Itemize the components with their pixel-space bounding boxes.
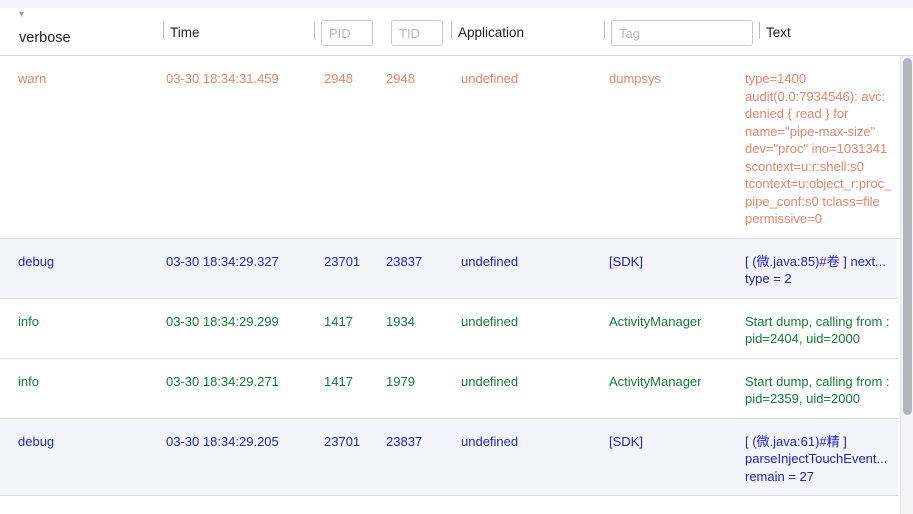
cell-tag: [SDK]: [609, 253, 643, 269]
column-header-application[interactable]: Application: [458, 25, 524, 41]
cell-tid: 2948: [386, 71, 415, 86]
table-row[interactable]: info 03-30 18:34:29.299 1417 1934 undefi…: [0, 298, 898, 359]
log-rows-container[interactable]: warn 03-30 18:34:31.459 2948 2948 undefi…: [0, 56, 913, 514]
cell-text: [ (微.java:85)#卷 ] next... type = 2: [745, 253, 890, 287]
table-row[interactable]: debug 03-30 18:34:29.205 23701 23837 und…: [0, 418, 898, 496]
cell-pid: 23701: [324, 253, 361, 269]
cell-pid: 23701: [324, 433, 361, 449]
cell-time: 03-30 18:34:29.271: [166, 373, 279, 389]
cell-time: 03-30 18:34:29.327: [166, 253, 279, 269]
cell-tag: [SDK]: [609, 433, 643, 449]
cell-level: warn: [18, 71, 47, 86]
column-header-text[interactable]: Text: [766, 25, 791, 41]
cell-tid: 23837: [386, 253, 423, 269]
cell-tag: dumpsys: [609, 71, 662, 86]
cell-text: Start dump, calling from : pid=2404, uid…: [745, 313, 894, 347]
log-level-value: verbose: [19, 30, 71, 46]
log-level-dropdown[interactable]: ▾ verbose: [9, 9, 146, 53]
cell-application: undefined: [461, 433, 519, 449]
header-top-strip: [0, 0, 913, 8]
column-separator-text[interactable]: [759, 22, 760, 39]
cell-tag: ActivityManager: [609, 313, 702, 329]
cell-application: undefined: [461, 71, 519, 86]
cell-text: [ (微.java:61)#精 ] parseInjectTouchEvent.…: [745, 433, 891, 484]
tag-filter-input[interactable]: [611, 20, 753, 46]
cell-pid: 1417: [324, 313, 353, 329]
cell-tid: 1979: [386, 373, 415, 389]
cell-pid: 1417: [324, 373, 353, 389]
column-separator-application[interactable]: [451, 22, 452, 39]
cell-pid: 2948: [324, 71, 353, 86]
tid-filter-input[interactable]: [391, 20, 443, 46]
cell-time: 03-30 18:34:31.459: [166, 71, 279, 86]
cell-application: undefined: [461, 313, 519, 329]
cell-tid: 1934: [386, 313, 415, 329]
cell-level: info: [18, 373, 39, 389]
table-row[interactable]: debug 03-30 18:34:29.327 23701 23837 und…: [0, 238, 898, 299]
pid-filter-input[interactable]: [321, 20, 373, 46]
chevron-down-icon: ▾: [19, 9, 25, 20]
cell-level: debug: [18, 253, 55, 269]
cell-application: undefined: [461, 373, 519, 389]
cell-tag: ActivityManager: [609, 373, 702, 389]
cell-text: type=1400 audit(0.0:7934546): avc: denie…: [745, 71, 892, 226]
column-separator-tag[interactable]: [604, 22, 605, 39]
cell-text: Start dump, calling from : pid=2359, uid…: [745, 373, 894, 407]
logcat-panel: ▾ verbose Time Application Text warn 03-…: [0, 0, 913, 514]
cell-tid: 23837: [386, 433, 423, 449]
table-row[interactable]: info 03-30 18:34:29.271 1417 1979 undefi…: [0, 358, 898, 419]
cell-level: debug: [18, 433, 55, 449]
table-row[interactable]: warn 03-30 18:34:31.459 2948 2948 undefi…: [0, 56, 898, 239]
column-separator-pid[interactable]: [314, 22, 315, 39]
cell-level: info: [18, 313, 39, 329]
vertical-scrollbar[interactable]: [900, 56, 913, 514]
cell-application: undefined: [461, 253, 519, 269]
cell-time: 03-30 18:34:29.299: [166, 313, 279, 329]
column-separator-time[interactable]: [163, 22, 164, 39]
scrollbar-thumb[interactable]: [903, 58, 912, 415]
cell-time: 03-30 18:34:29.205: [166, 433, 279, 449]
column-header-time[interactable]: Time: [170, 25, 200, 41]
logcat-filter-bar: ▾ verbose Time Application Text: [0, 0, 913, 56]
